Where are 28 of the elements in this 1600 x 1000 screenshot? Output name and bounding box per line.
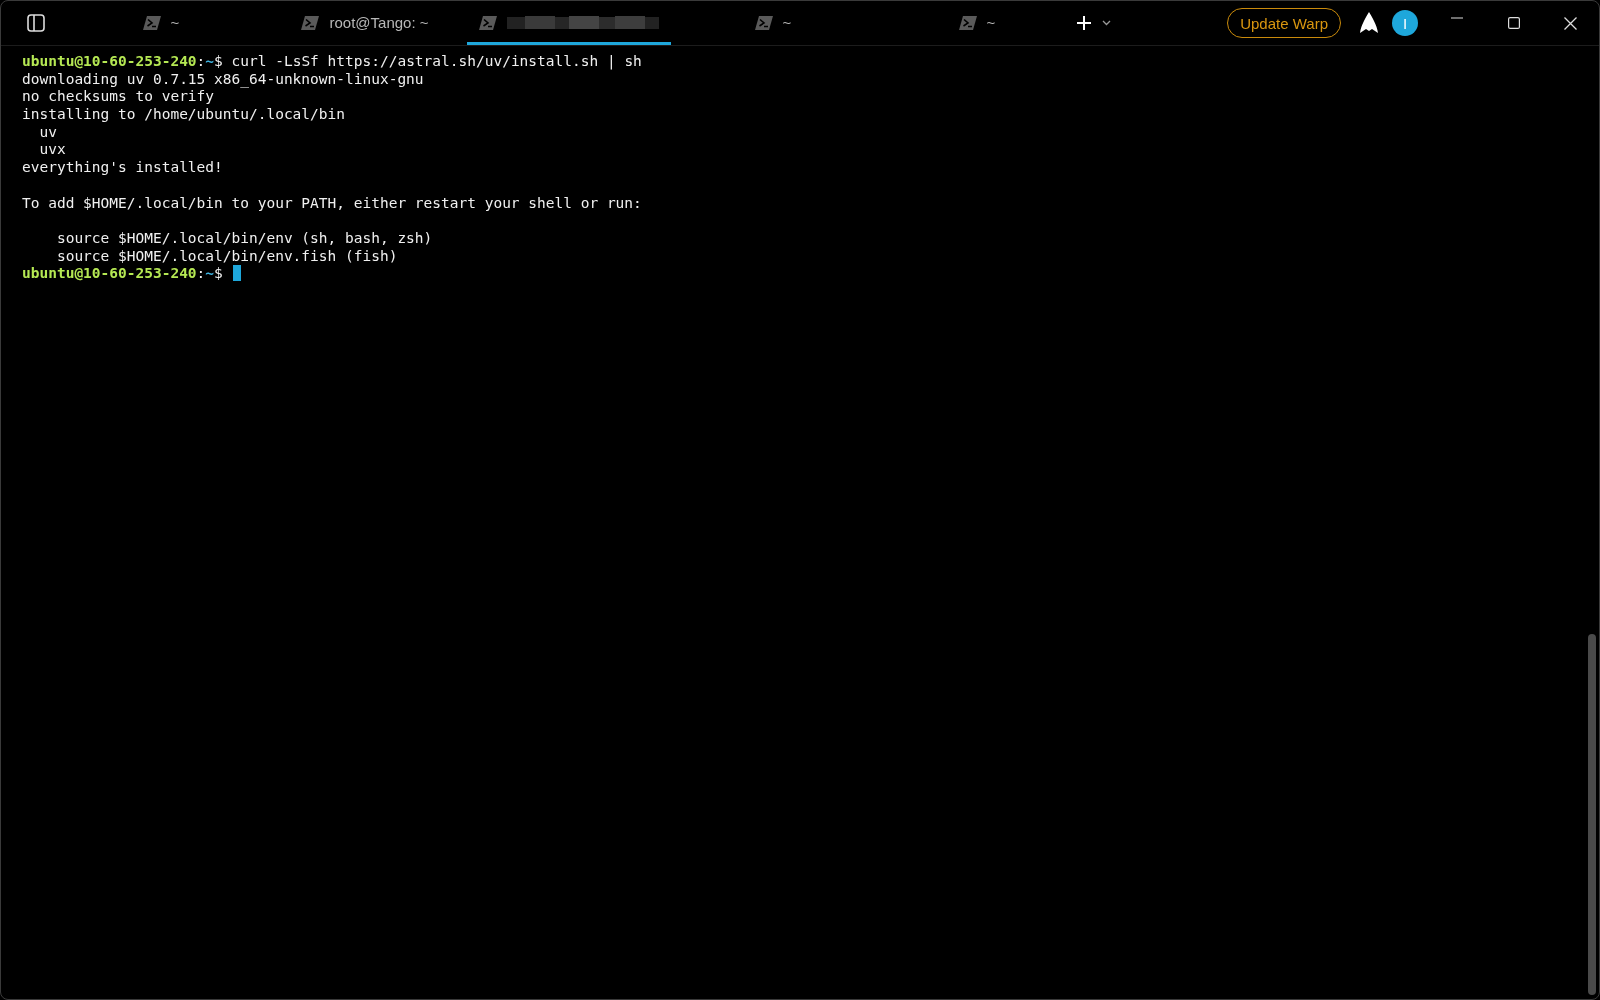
tab[interactable]: ~ — [59, 1, 263, 45]
terminal-icon — [754, 15, 773, 30]
terminal-icon — [958, 15, 977, 30]
output-line: downloading uv 0.7.15 x86_64-unknown-linux-gnu — [22, 70, 424, 87]
close-icon[interactable] — [1564, 16, 1577, 30]
output-line: everything's installed! — [22, 159, 223, 176]
output-line: source $HOME/.local/bin/env.fish (fish) — [55, 247, 398, 264]
output-line: installing to /home/ubuntu/.local/bin — [22, 106, 345, 123]
logo-icon[interactable] — [1360, 12, 1378, 34]
output-line: no checksums to verify — [22, 88, 215, 105]
tab[interactable]: ~ — [671, 1, 875, 45]
minimize-icon[interactable] — [1450, 16, 1463, 19]
maximize-icon[interactable] — [1507, 16, 1520, 29]
new-tab-icon[interactable] — [1076, 15, 1092, 31]
output-line: uv — [38, 123, 57, 140]
output-line: To add $HOME/.local/bin to your PATH, either restart your shell or run: — [22, 194, 642, 211]
scrollbar-thumb[interactable] — [1588, 634, 1596, 995]
chevron-down-icon[interactable] — [1102, 20, 1111, 26]
terminal-icon — [479, 15, 497, 30]
sidebar-toggle-icon[interactable] — [27, 14, 45, 32]
prompt-line: ubuntu@10-60-253-240:~$ curl -LsSf https://astral.sh/uv/install.sh | sh — [22, 53, 642, 69]
prompt-line: ubuntu@10-60-253-240:~$ — [22, 265, 224, 282]
output-line: uvx — [38, 141, 66, 158]
terminal-icon — [301, 15, 320, 30]
tab[interactable]: ~ — [875, 1, 1079, 45]
tab[interactable]: root@Tango: ~ — [263, 1, 467, 45]
terminal-icon — [142, 15, 161, 30]
output-line: source $HOME/.local/bin/env (sh, bash, zsh) — [55, 229, 433, 246]
